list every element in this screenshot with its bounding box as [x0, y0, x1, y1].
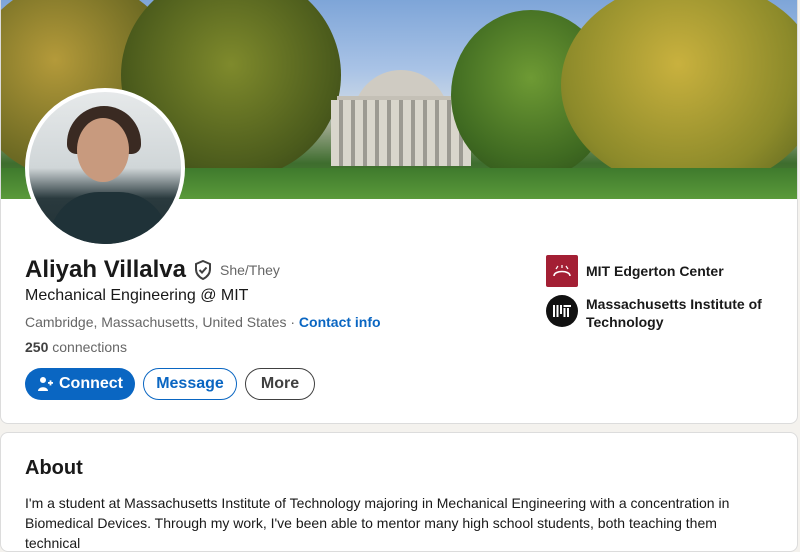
add-person-icon — [38, 377, 53, 391]
about-card: About I'm a student at Massachusetts Ins… — [0, 432, 798, 552]
connections-count: 250 — [25, 339, 49, 355]
message-button[interactable]: Message — [143, 368, 237, 400]
name-row: Aliyah Villalva She/They — [25, 256, 280, 284]
profile-name: Aliyah Villalva — [25, 256, 186, 283]
profile-headline: Mechanical Engineering @ MIT — [25, 287, 249, 304]
about-heading: About — [25, 457, 83, 479]
location-separator: · — [290, 314, 296, 330]
mit-logo-icon — [546, 295, 578, 327]
more-button[interactable]: More — [245, 368, 315, 400]
profile-card: Aliyah Villalva She/They Mechanical Engi… — [0, 0, 798, 424]
affiliation-edgerton[interactable]: MIT Edgerton Center — [546, 255, 766, 287]
affiliation-mit[interactable]: Massachusetts Institute of Technology — [546, 295, 766, 331]
connect-label: Connect — [59, 375, 123, 392]
pronouns: She/They — [219, 262, 280, 278]
connections-label: connections — [52, 339, 127, 355]
profile-actions: Connect Message More — [25, 368, 315, 400]
location: Cambridge, Massachusetts, United States — [25, 314, 287, 330]
affiliation-name: MIT Edgerton Center — [586, 263, 724, 279]
about-text: I'm a student at Massachusetts Institute… — [25, 495, 730, 551]
connect-button[interactable]: Connect — [25, 368, 135, 400]
profile-photo[interactable] — [25, 88, 185, 248]
contact-info-link[interactable]: Contact info — [299, 314, 381, 330]
connections[interactable]: 250 connections — [25, 339, 127, 355]
edgerton-logo-icon — [546, 255, 578, 287]
affiliation-name: Massachusetts Institute of Technology — [586, 296, 762, 330]
location-row: Cambridge, Massachusetts, United States … — [25, 314, 381, 330]
verified-shield-icon[interactable] — [194, 260, 212, 280]
